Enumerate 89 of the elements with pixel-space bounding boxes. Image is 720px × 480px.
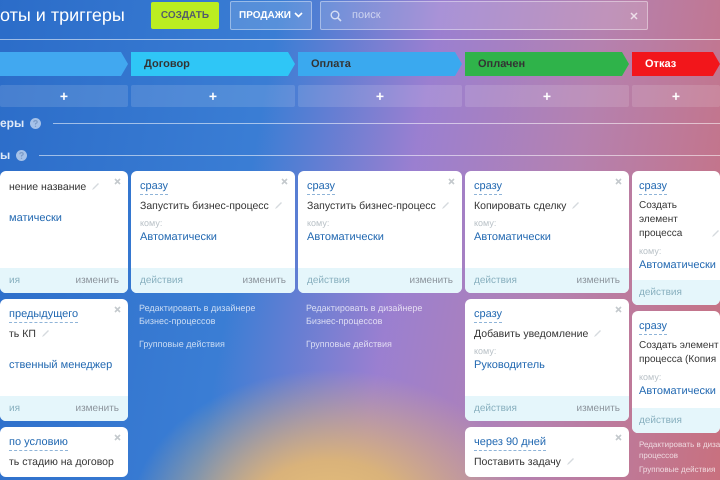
close-icon[interactable] bbox=[114, 178, 121, 185]
stage-bar[interactable]: Оплата bbox=[298, 52, 462, 76]
actions-link[interactable]: действия bbox=[639, 287, 682, 298]
close-icon[interactable] bbox=[615, 178, 622, 185]
robot-title: Добавить уведомление bbox=[474, 327, 588, 341]
delay-link[interactable]: через 90 дней bbox=[474, 435, 546, 451]
add-robot-button[interactable]: + bbox=[0, 85, 128, 107]
create-button[interactable]: СОЗДАТЬ bbox=[151, 2, 219, 28]
assignee-label: кому: bbox=[140, 218, 164, 229]
pencil-icon[interactable] bbox=[566, 457, 575, 466]
edit-link[interactable]: изменить bbox=[576, 275, 620, 286]
robot-title: Поставить задачу bbox=[474, 455, 561, 469]
delay-link[interactable]: сразу bbox=[307, 179, 336, 195]
stage-bar[interactable]: Договор bbox=[131, 52, 295, 76]
actions-link[interactable]: ия bbox=[9, 403, 20, 414]
stage-bar[interactable]: Оплачен bbox=[465, 52, 629, 76]
stage-bar[interactable]: Отказ bbox=[632, 52, 720, 76]
column-link[interactable]: Групповые действия bbox=[306, 338, 454, 351]
column-link[interactable]: Групповые действия bbox=[639, 464, 720, 475]
close-icon[interactable] bbox=[448, 178, 455, 185]
edit-link[interactable]: изменить bbox=[409, 275, 453, 286]
category-dropdown[interactable]: ПРОДАЖИ bbox=[230, 0, 312, 30]
pencil-icon[interactable] bbox=[40, 329, 50, 338]
robot-title: Создать элемент процесса (Копия bbox=[639, 339, 719, 367]
edit-link[interactable]: изменить bbox=[242, 275, 286, 286]
assignee-link[interactable]: Автоматически bbox=[140, 230, 217, 244]
stage-bar[interactable] bbox=[0, 52, 128, 76]
close-icon[interactable] bbox=[281, 178, 288, 185]
close-icon[interactable] bbox=[615, 434, 622, 441]
assignee-label: кому: bbox=[639, 246, 662, 257]
robot-title: ть стадию на договор bbox=[9, 455, 114, 469]
assignee-link[interactable]: Автоматически bbox=[639, 258, 716, 272]
assignee-label: кому: bbox=[474, 346, 498, 357]
pencil-icon[interactable] bbox=[711, 229, 720, 238]
actions-link[interactable]: действия bbox=[639, 415, 682, 426]
column-link[interactable]: Редактировать в дизайнере Бизнес-процессов bbox=[139, 302, 287, 328]
edit-link[interactable]: изменить bbox=[75, 275, 119, 286]
column-link[interactable]: Редактировать в диза процессов bbox=[639, 439, 720, 461]
delay-link[interactable]: сразу bbox=[474, 307, 502, 323]
pencil-icon[interactable] bbox=[274, 201, 283, 210]
robot-title: Копировать сделку bbox=[474, 199, 566, 213]
assignee-link[interactable]: матически bbox=[9, 211, 62, 225]
edit-link[interactable]: изменить bbox=[576, 403, 620, 414]
robot-title: ть КП bbox=[9, 327, 36, 341]
assignee-link[interactable]: Автоматически bbox=[639, 384, 716, 398]
robot-title: Запустить бизнес-процесс bbox=[140, 199, 269, 213]
help-icon[interactable] bbox=[30, 118, 42, 128]
pencil-icon[interactable] bbox=[440, 201, 450, 210]
edit-link[interactable]: изменить bbox=[75, 403, 119, 414]
delay-link[interactable]: сразу bbox=[639, 319, 668, 335]
delay-link[interactable]: сразу bbox=[140, 179, 168, 195]
add-robot-button[interactable]: + bbox=[465, 85, 629, 107]
robot-title: нение название bbox=[9, 180, 86, 194]
search-icon bbox=[330, 10, 342, 22]
pencil-icon[interactable] bbox=[91, 182, 100, 191]
add-robot-button[interactable]: + bbox=[131, 85, 295, 107]
robot-title: Создать элемент процесса bbox=[639, 199, 684, 241]
column-link[interactable]: Редактировать в дизайнере Бизнес-процессов bbox=[306, 302, 454, 328]
assignee-link[interactable]: Автоматически bbox=[307, 230, 384, 244]
page-title: оты и триггеры bbox=[0, 4, 126, 26]
robot-title: Запустить бизнес-процесс bbox=[307, 199, 436, 213]
actions-link[interactable]: ия bbox=[9, 275, 20, 286]
section-title: ы bbox=[0, 148, 10, 162]
assignee-label: кому: bbox=[474, 218, 498, 229]
section-title: еры bbox=[0, 116, 24, 130]
close-icon[interactable] bbox=[114, 306, 121, 313]
delay-link[interactable]: по условию bbox=[9, 435, 68, 451]
delay-link[interactable]: сразу bbox=[474, 179, 502, 195]
assignee-link[interactable]: Руководитель bbox=[474, 358, 545, 372]
close-icon[interactable] bbox=[114, 434, 121, 441]
add-robot-button[interactable]: + bbox=[632, 85, 720, 107]
column-link[interactable]: Групповые действия bbox=[139, 338, 287, 351]
pencil-icon[interactable] bbox=[593, 329, 602, 338]
actions-link[interactable]: действия bbox=[474, 403, 517, 414]
assignee-label: кому: bbox=[307, 218, 330, 229]
assignee-link[interactable]: ственный менеджер bbox=[9, 358, 112, 372]
add-robot-button[interactable]: + bbox=[298, 85, 462, 107]
pencil-icon[interactable] bbox=[571, 201, 580, 210]
clear-icon[interactable] bbox=[630, 12, 638, 20]
actions-link[interactable]: действия bbox=[307, 275, 350, 286]
assignee-link[interactable]: Автоматически bbox=[474, 230, 551, 244]
actions-link[interactable]: действия bbox=[474, 275, 517, 286]
close-icon[interactable] bbox=[615, 306, 622, 313]
assignee-label: кому: bbox=[639, 372, 662, 383]
delay-link[interactable]: сразу bbox=[639, 179, 668, 195]
actions-link[interactable]: действия bbox=[140, 275, 183, 286]
help-icon[interactable] bbox=[16, 150, 28, 160]
chevron-down-icon bbox=[294, 12, 303, 18]
delay-link[interactable]: предыдущего bbox=[9, 307, 78, 323]
